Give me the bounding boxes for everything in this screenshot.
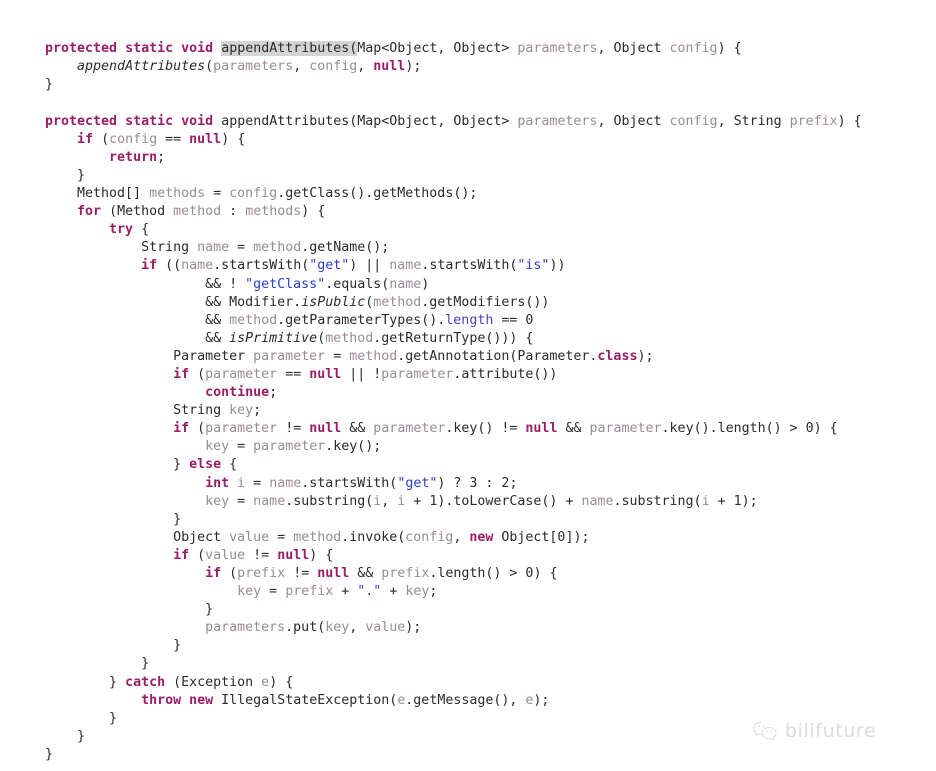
code-line: for (Method method : methods) { — [77, 204, 326, 220]
code-line: String key; — [45, 403, 262, 419]
code-line: } — [45, 656, 150, 672]
code-line: continue; — [205, 385, 278, 401]
code-line: if (parameter != null && parameter.key()… — [173, 421, 838, 437]
code-line: } else { — [45, 457, 238, 473]
code-line: } — [45, 710, 118, 726]
code-line: && isPrimitive(method.getReturnType())) … — [45, 330, 534, 346]
code-line: } — [45, 746, 54, 762]
code-line: try { — [109, 222, 150, 238]
code-line: } — [45, 602, 214, 618]
code-line: } catch (Exception e) { — [45, 674, 294, 690]
code-line: protected static void appendAttributes(M… — [45, 113, 862, 129]
code-line: } — [45, 511, 182, 527]
code-editor-content[interactable]: protected static void appendAttributes(M… — [45, 40, 862, 764]
code-line: if (config == null) { — [77, 131, 246, 147]
code-line: String name = method.getName(); — [45, 240, 390, 256]
code-line: key = name.substring(i, i + 1).toLowerCa… — [205, 493, 758, 509]
code-line: if (value != null) { — [173, 547, 334, 563]
code-line: Object value = method.invoke(config, new… — [45, 529, 590, 545]
code-line: if (parameter == null || !parameter.attr… — [173, 366, 558, 382]
code-line: appendAttributes(parameters, config, nul… — [77, 59, 422, 75]
code-line: key = prefix + "." + key; — [237, 584, 438, 600]
code-line: protected static void appendAttributes(M… — [45, 41, 742, 57]
code-line: int i = name.startsWith("get") ? 3 : 2; — [205, 475, 518, 491]
code-line: && ! "getClass".equals(name) — [45, 276, 430, 292]
code-line: key = parameter.key(); — [205, 439, 382, 455]
code-line: Parameter parameter = method.getAnnotati… — [45, 348, 654, 364]
code-line: } — [45, 77, 54, 93]
code-line: } — [45, 167, 86, 183]
code-line: && method.getParameterTypes().length == … — [45, 312, 534, 328]
code-line: throw new IllegalStateException(e.getMes… — [141, 692, 550, 708]
code-line: } — [45, 638, 182, 654]
code-line: return; — [109, 149, 166, 165]
code-screenshot: protected static void appendAttributes(M… — [0, 0, 936, 771]
code-line: } — [45, 728, 86, 744]
code-line: if ((name.startsWith("get") || name.star… — [141, 258, 566, 274]
code-line: if (prefix != null && prefix.length() > … — [205, 566, 558, 582]
code-line: Method[] methods = config.getClass().get… — [45, 186, 478, 202]
code-line: && Modifier.isPublic(method.getModifiers… — [45, 294, 550, 310]
code-line: parameters.put(key, value); — [205, 620, 422, 636]
